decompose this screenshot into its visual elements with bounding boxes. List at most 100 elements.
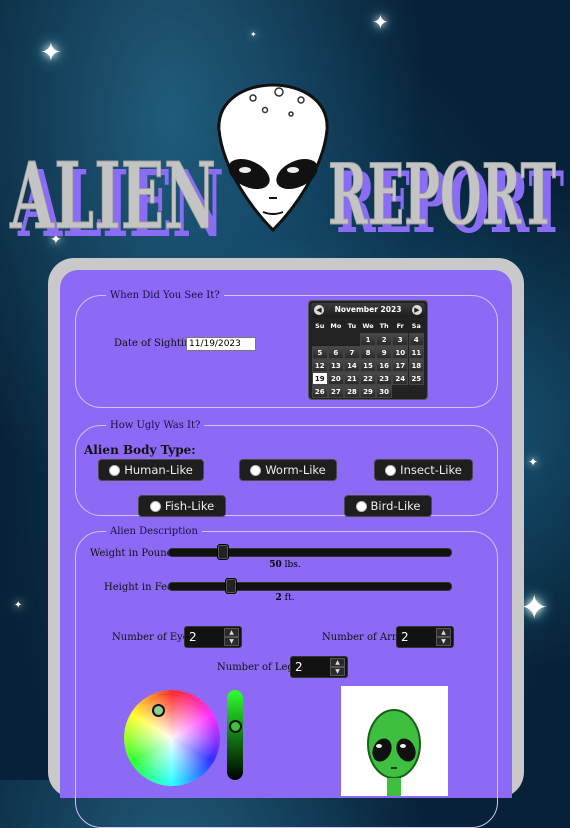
ugly-legend: How Ugly Was It? <box>110 420 201 431</box>
weight-value-number: 50 <box>269 560 282 570</box>
option-fish-like[interactable]: Fish-Like <box>138 495 226 517</box>
calendar-day[interactable]: 14 <box>344 358 360 372</box>
calendar-day[interactable]: 1 <box>360 332 376 346</box>
star-decoration: ✦ <box>528 455 539 469</box>
calendar-day[interactable]: 20 <box>328 371 344 385</box>
height-value-number: 2 <box>275 593 282 603</box>
radio-icon <box>109 464 121 476</box>
legs-value: 2 <box>295 660 303 674</box>
height-slider[interactable] <box>168 578 452 594</box>
calendar-day[interactable]: 2 <box>376 332 392 346</box>
decrement-icon[interactable]: ▼ <box>436 637 451 646</box>
alien-report-banner: ALIEN ALIEN REPORT REPORT <box>9 83 564 250</box>
color-wheel-handle[interactable] <box>152 704 165 717</box>
calendar-weekday: Sa <box>411 322 421 330</box>
brightness-handle[interactable] <box>229 720 242 733</box>
calendar-empty-cell <box>312 333 328 346</box>
decrement-icon[interactable]: ▼ <box>330 667 345 676</box>
calendar-grid: Su Mo Tu We Th Fr Sa 1 2 3 4 5 6 7 8 9 10 11 12 13 14 15 16 17 1… <box>312 320 425 398</box>
calendar-day[interactable]: 27 <box>328 384 344 398</box>
calendar-day[interactable]: 29 <box>360 384 376 398</box>
calendar-weekday: We <box>362 322 374 330</box>
weight-slider[interactable] <box>168 544 452 560</box>
calendar-day[interactable]: 13 <box>328 358 344 372</box>
calendar-day[interactable]: 28 <box>344 384 360 398</box>
star-decoration: ✦ <box>14 600 23 611</box>
increment-icon[interactable]: ▲ <box>330 658 345 667</box>
calendar-day[interactable]: 6 <box>328 345 344 359</box>
eyes-stepper[interactable]: 2 ▲ ▼ <box>184 626 242 648</box>
weight-unit: lbs. <box>284 560 301 570</box>
star-decoration: ✦ <box>372 10 389 34</box>
body-type-label: Alien Body Type: <box>84 443 196 457</box>
banner-word-alien: ALIEN <box>9 142 216 250</box>
calendar-weekday: Th <box>379 322 389 330</box>
calendar-day[interactable]: 9 <box>376 345 392 359</box>
calendar-day[interactable]: 21 <box>344 371 360 385</box>
legs-stepper[interactable]: 2 ▲ ▼ <box>290 656 348 678</box>
calendar-weekday: Tu <box>347 322 357 330</box>
option-human-like[interactable]: Human-Like <box>98 459 204 481</box>
height-value: 2 ft. <box>255 593 315 603</box>
radio-icon <box>149 500 161 512</box>
star-decoration: ✦ <box>40 38 62 68</box>
calendar-day[interactable]: 30 <box>376 384 392 398</box>
color-brightness-slider[interactable] <box>227 690 243 780</box>
calendar-day[interactable]: 12 <box>312 358 328 372</box>
option-insect-like[interactable]: Insect-Like <box>374 459 473 481</box>
color-wheel[interactable] <box>124 690 220 786</box>
arms-value: 2 <box>401 630 409 644</box>
decrement-icon[interactable]: ▼ <box>224 637 239 646</box>
calendar-day[interactable]: 7 <box>344 345 360 359</box>
report-panel-inner: When Did You See It? Date of Sighting: 1… <box>60 270 512 828</box>
calendar-empty-cell <box>409 385 425 398</box>
radio-icon <box>355 500 367 512</box>
option-label: Insect-Like <box>400 463 462 477</box>
calendar-day[interactable]: 8 <box>360 345 376 359</box>
eyes-value: 2 <box>189 630 197 644</box>
calendar-day[interactable]: 17 <box>392 358 408 372</box>
calendar-day[interactable]: 23 <box>376 371 392 385</box>
radio-icon <box>385 464 397 476</box>
calendar-day[interactable]: 26 <box>312 384 328 398</box>
option-bird-like[interactable]: Bird-Like <box>344 495 432 517</box>
increment-icon[interactable]: ▲ <box>436 628 451 637</box>
option-label: Human-Like <box>124 463 193 477</box>
calendar-next-icon[interactable]: ▶ <box>412 305 422 315</box>
star-decoration: ✦ <box>520 588 549 628</box>
calendar-header: ◀ November 2023 ▶ <box>311 303 425 317</box>
calendar-day[interactable]: 22 <box>360 371 376 385</box>
calendar-empty-cell <box>344 333 360 346</box>
report-panel: When Did You See It? Date of Sighting: 1… <box>48 258 524 828</box>
sighting-legend: When Did You See It? <box>110 290 220 301</box>
increment-icon[interactable]: ▲ <box>224 628 239 637</box>
calendar-weekday: Su <box>315 322 325 330</box>
calendar-day[interactable]: 5 <box>312 345 328 359</box>
calendar-empty-cell <box>392 385 408 398</box>
arms-stepper[interactable]: 2 ▲ ▼ <box>396 626 454 648</box>
height-slider-handle[interactable] <box>225 578 238 594</box>
calendar-day[interactable]: 16 <box>376 358 392 372</box>
calendar-day[interactable]: 11 <box>408 345 425 359</box>
option-label: Bird-Like <box>370 499 421 513</box>
date-input[interactable]: 11/19/2023 <box>186 337 256 351</box>
calendar-day[interactable]: 25 <box>408 371 425 385</box>
option-worm-like[interactable]: Worm-Like <box>239 459 337 481</box>
calendar-day[interactable]: 24 <box>392 371 408 385</box>
calendar-month-title: November 2023 <box>334 305 402 314</box>
alien-head-icon <box>217 83 329 233</box>
height-unit: ft. <box>284 593 295 603</box>
calendar-prev-icon[interactable]: ◀ <box>314 305 324 315</box>
calendar-day[interactable]: 18 <box>408 358 425 372</box>
calendar-day[interactable]: 19 <box>312 371 328 385</box>
calendar-day[interactable]: 10 <box>392 345 408 359</box>
calendar-day[interactable]: 3 <box>392 332 408 346</box>
weight-slider-handle[interactable] <box>216 544 229 560</box>
calendar-day[interactable]: 4 <box>408 332 425 346</box>
description-legend: Alien Description <box>110 526 198 537</box>
banner-word-report: REPORT <box>328 145 556 244</box>
option-label: Fish-Like <box>164 499 215 513</box>
calendar-day[interactable]: 15 <box>360 358 376 372</box>
calendar-weekday: Mo <box>330 322 342 330</box>
calendar-weekday: Fr <box>396 322 404 330</box>
